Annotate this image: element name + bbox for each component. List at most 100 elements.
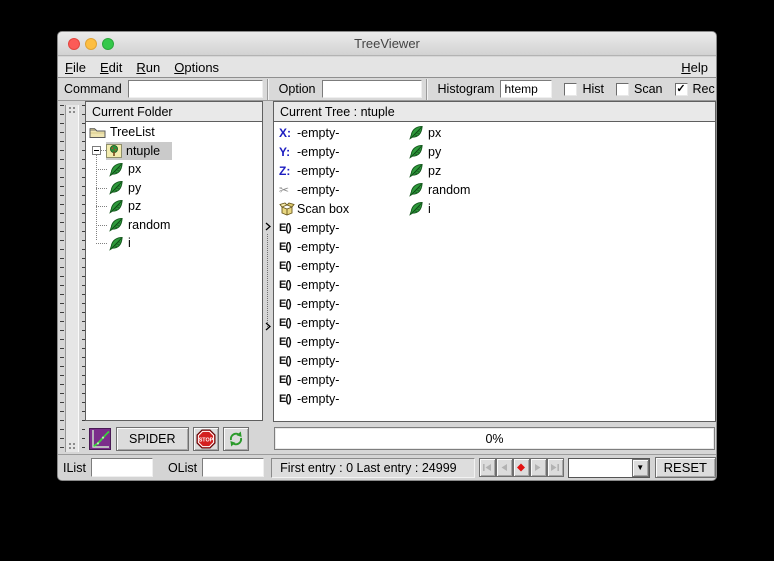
scan-checkbox-group[interactable]: Scan — [616, 82, 663, 96]
empty-expression-row[interactable]: E() -empty- — [274, 237, 715, 256]
next-entry-button[interactable] — [530, 458, 547, 477]
tree-item-px[interactable]: px — [86, 160, 262, 179]
spider-button[interactable]: SPIDER — [116, 427, 189, 451]
refresh-button[interactable] — [223, 427, 249, 451]
entries-text: First entry : 0 Last entry : 24999 — [280, 461, 456, 475]
expression-label: -empty- — [297, 316, 339, 330]
empty-expression-row[interactable]: E() -empty- — [274, 332, 715, 351]
expression-label: -empty- — [297, 259, 339, 273]
z-expression-row[interactable]: Z: -empty- pz — [274, 161, 715, 180]
leaf-label: i — [428, 202, 431, 216]
folder-tree-list[interactable]: TreeList ntuple px — [85, 122, 263, 421]
olist-input[interactable] — [202, 458, 264, 477]
previous-entry-button[interactable] — [496, 458, 513, 477]
menu-help[interactable]: Help — [674, 60, 716, 75]
empty-expression-row[interactable]: E() -empty- — [274, 370, 715, 389]
menu-options[interactable]: Options — [167, 60, 226, 75]
reset-button[interactable]: RESET — [655, 457, 716, 478]
tree-item-py[interactable]: py — [86, 179, 262, 198]
tree-item-ntuple[interactable]: ntuple — [86, 142, 262, 161]
chevron-down-icon: ▼ — [636, 463, 644, 472]
event-range-slider[interactable] — [59, 103, 85, 454]
combobox-value[interactable] — [569, 459, 632, 477]
histogram-input[interactable] — [500, 80, 552, 98]
progress-bar: 0% — [274, 427, 715, 450]
last-entry-button[interactable] — [547, 458, 564, 477]
expression-e-icon: E() — [279, 241, 297, 253]
leaf-icon — [409, 201, 424, 216]
skip-to-last-icon — [550, 463, 560, 472]
command-input[interactable] — [128, 80, 263, 98]
tree-leaf-pz[interactable]: pz — [409, 163, 441, 178]
selected-tree-item[interactable]: ntuple — [106, 142, 172, 160]
empty-expression-row[interactable]: E() -empty- — [274, 275, 715, 294]
rec-checkbox-group[interactable]: ✓ Rec — [675, 82, 715, 96]
menu-edit[interactable]: Edit — [93, 60, 129, 75]
option-input[interactable] — [322, 80, 422, 98]
ilist-input[interactable] — [91, 458, 153, 477]
tree-leaf-px[interactable]: px — [409, 125, 441, 140]
record-button[interactable] — [513, 458, 530, 477]
empty-expression-row[interactable]: E() -empty- — [274, 256, 715, 275]
empty-expression-row[interactable]: E() -empty- — [274, 389, 715, 408]
panel-splitter[interactable] — [263, 101, 273, 456]
tree-leaf-i[interactable]: i — [409, 201, 431, 216]
stop-button[interactable] — [193, 427, 219, 451]
y-expression-row[interactable]: Y: -empty- py — [274, 142, 715, 161]
expression-e-icon: E() — [279, 317, 297, 329]
treelist-label: TreeList — [110, 125, 155, 139]
empty-expression-row[interactable]: E() -empty- — [274, 218, 715, 237]
collapse-minus-icon[interactable] — [92, 146, 101, 155]
splitter-arrow-icon[interactable] — [265, 322, 271, 331]
slider-grip-bottom[interactable] — [68, 442, 76, 451]
window-title: TreeViewer — [58, 36, 716, 51]
menu-file[interactable]: File — [58, 60, 93, 75]
empty-expression-row[interactable]: E() -empty- — [274, 313, 715, 332]
expression-e-icon: E() — [279, 393, 297, 405]
scan-checkbox[interactable] — [616, 83, 629, 96]
tree-item-treelist[interactable]: TreeList — [86, 123, 262, 142]
x-expression-row[interactable]: X: -empty- px — [274, 123, 715, 142]
splitter-arrow-icon[interactable] — [265, 222, 271, 231]
tree-leaf-py[interactable]: py — [409, 144, 441, 159]
cut-expression-row[interactable]: ✂ -empty- random — [274, 180, 715, 199]
expression-label: -empty- — [297, 126, 339, 140]
draw-histogram-icon[interactable] — [88, 427, 112, 451]
status-bar: IList OList First entry : 0 Last entry :… — [58, 454, 716, 480]
leaf-icon — [409, 182, 424, 197]
tree-icon — [106, 144, 122, 158]
first-entry-button[interactable] — [479, 458, 496, 477]
leaf-icon — [109, 162, 124, 177]
skip-to-first-icon — [482, 463, 492, 472]
entries-status: First entry : 0 Last entry : 24999 — [271, 458, 474, 478]
title-bar[interactable]: TreeViewer — [58, 32, 716, 56]
cut-scissors-icon: ✂ — [279, 183, 297, 197]
empty-expression-row[interactable]: E() -empty- — [274, 351, 715, 370]
expression-e-icon: E() — [279, 355, 297, 367]
menu-run[interactable]: Run — [129, 60, 167, 75]
tree-leaf-random[interactable]: random — [409, 182, 470, 197]
tree-item-random[interactable]: random — [86, 216, 262, 235]
leaf-label: py — [128, 181, 141, 195]
slider-groove[interactable] — [65, 105, 79, 452]
slider-grip-top[interactable] — [68, 106, 76, 115]
entry-navigation — [479, 458, 564, 477]
leaf-icon — [409, 163, 424, 178]
hist-checkbox-label: Hist — [582, 82, 604, 96]
rec-checkbox[interactable]: ✓ — [675, 83, 688, 96]
expression-label: -empty- — [297, 221, 339, 235]
tree-item-i[interactable]: i — [86, 234, 262, 253]
tree-item-pz[interactable]: pz — [86, 197, 262, 216]
expression-label: -empty- — [297, 183, 339, 197]
expression-list[interactable]: X: -empty- px Y: -empty- py — [273, 122, 716, 422]
hist-checkbox[interactable] — [564, 83, 577, 96]
scan-box-row[interactable]: Scan box i — [274, 199, 715, 218]
expression-label: -empty- — [297, 278, 339, 292]
history-combobox[interactable]: ▼ — [568, 458, 650, 478]
current-tree-header: Current Tree : ntuple — [273, 101, 716, 122]
leaf-icon — [109, 180, 124, 195]
hist-checkbox-group[interactable]: Hist — [564, 82, 604, 96]
leaf-label: pz — [128, 199, 141, 213]
combobox-dropdown-button[interactable]: ▼ — [632, 459, 649, 477]
empty-expression-row[interactable]: E() -empty- — [274, 294, 715, 313]
